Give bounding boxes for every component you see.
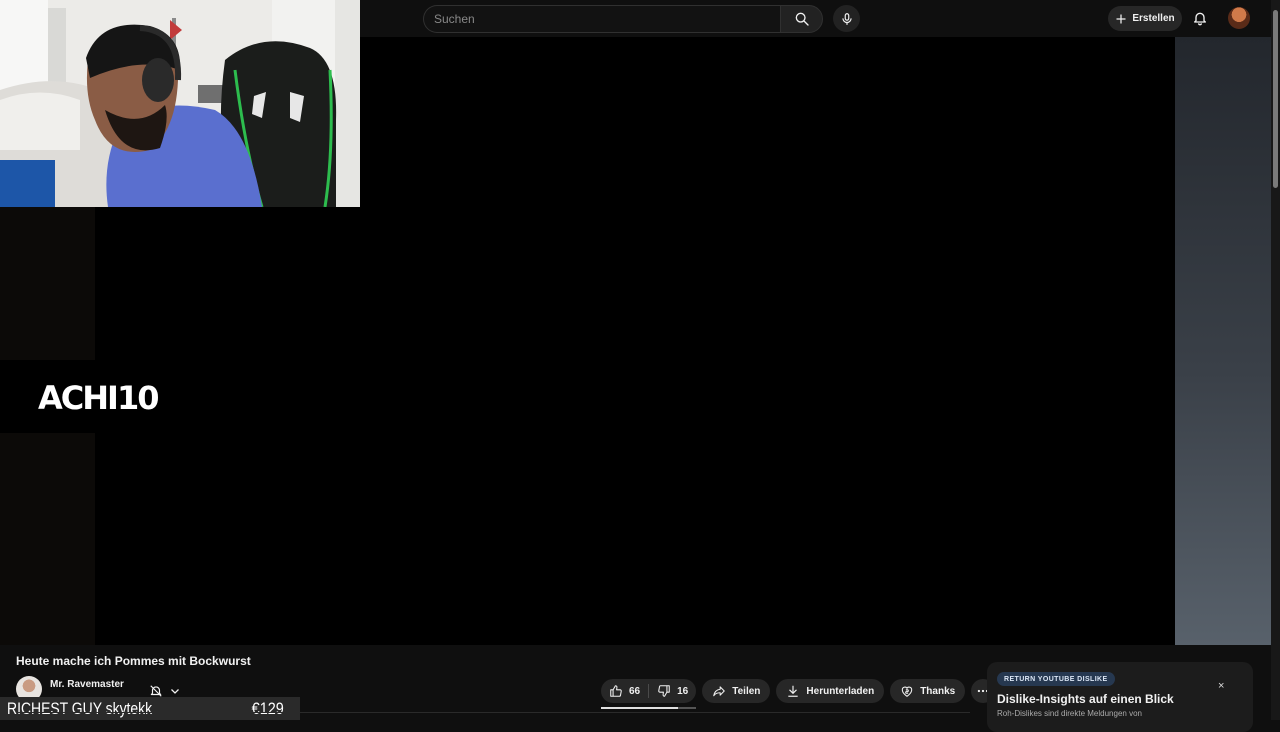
donation-amount: €129 [251, 698, 284, 718]
like-button[interactable]: 66 [601, 679, 648, 703]
like-dislike-group: 66 16 [601, 679, 697, 703]
thanks-icon [902, 686, 913, 697]
voice-search-button[interactable] [833, 5, 860, 32]
video-title: Heute mache ich Pommes mit Bockwurst [16, 654, 251, 668]
ryd-title: Dislike-Insights auf einen Blick [997, 692, 1174, 706]
like-ratio-fill [601, 707, 678, 709]
thumbs-up-icon [610, 685, 622, 697]
create-label: Erstellen [1132, 13, 1175, 24]
plus-icon [1116, 14, 1126, 23]
microphone-icon [841, 12, 852, 25]
bell-icon [1194, 12, 1206, 26]
scrollbar-thumb[interactable] [1273, 10, 1278, 188]
create-button[interactable]: Erstellen [1108, 6, 1182, 31]
thumbs-down-icon [658, 685, 670, 697]
donation-ticker: RICHEST GUY skytekk €129 [0, 697, 300, 720]
share-label: Teilen [732, 685, 761, 697]
webcam-overlay [0, 0, 360, 207]
ryd-info-card: RETURN YOUTUBE DISLIKE Dislike-Insights … [987, 662, 1253, 732]
download-icon [788, 685, 799, 697]
share-button[interactable]: Teilen [702, 679, 771, 703]
close-icon[interactable]: × [1218, 680, 1224, 692]
download-button[interactable]: Herunterladen [776, 679, 885, 703]
overlay-logo: ACHI10 [38, 379, 159, 417]
dislike-count: 16 [677, 685, 689, 697]
donation-label: RICHEST GUY skytekk [7, 698, 153, 718]
webcam-image [0, 0, 360, 207]
section-divider [16, 712, 970, 713]
background-gradient [1175, 37, 1271, 645]
thanks-label: Thanks [920, 685, 956, 697]
ryd-subtitle: Roh-Dislikes sind direkte Meldungen von [997, 709, 1142, 718]
like-ratio-bar [601, 707, 696, 709]
like-count: 66 [629, 685, 641, 697]
channel-name[interactable]: Mr. Ravemaster [50, 679, 124, 690]
search-bar [423, 5, 823, 33]
notifications-button[interactable] [1189, 7, 1211, 29]
download-label: Herunterladen [806, 685, 875, 697]
bell-off-icon [150, 685, 162, 697]
dislike-button[interactable]: 16 [649, 679, 696, 703]
search-icon [795, 12, 809, 26]
thanks-button[interactable]: Thanks [890, 679, 966, 703]
account-avatar[interactable] [1228, 7, 1250, 29]
search-input[interactable] [423, 5, 780, 33]
action-bar: 66 16 Teilen Herunterladen Thanks [601, 679, 996, 703]
share-icon [713, 686, 726, 697]
chevron-down-icon [171, 689, 179, 694]
search-button[interactable] [780, 5, 823, 33]
ryd-badge: RETURN YOUTUBE DISLIKE [997, 672, 1115, 686]
